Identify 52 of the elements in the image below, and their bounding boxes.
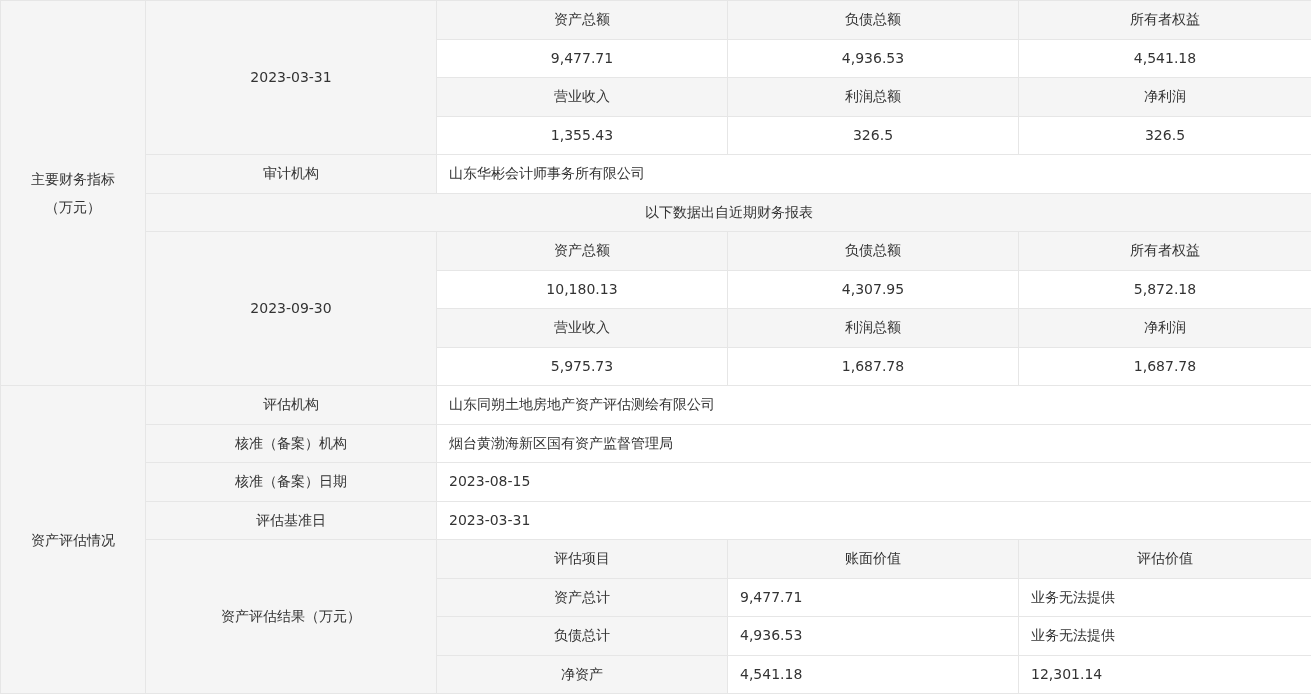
- column-header: 资产总额: [436, 0, 728, 39]
- table-cell: 12,301.14: [1018, 655, 1311, 694]
- column-header: 所有者权益: [1018, 0, 1311, 39]
- field-value: 烟台黄渤海新区国有资产监督管理局: [436, 424, 1311, 463]
- column-header: 所有者权益: [1018, 231, 1311, 270]
- table-cell: 4,936.53: [727, 39, 1019, 78]
- table-cell: 业务无法提供: [1018, 616, 1311, 655]
- table-cell: 326.5: [1018, 116, 1311, 155]
- field-label: 审计机构: [145, 154, 437, 193]
- table-cell: 5,975.73: [436, 347, 728, 386]
- field-value: 山东华彬会计师事务所有限公司: [436, 154, 1311, 193]
- column-header: 利润总额: [727, 308, 1019, 347]
- column-header: 营业收入: [436, 77, 728, 116]
- date-cell: 2023-03-31: [145, 0, 437, 155]
- field-label: 评估机构: [145, 385, 437, 424]
- column-header: 评估项目: [436, 539, 728, 578]
- date-cell: 2023-09-30: [145, 231, 437, 386]
- table-cell: 9,477.71: [436, 39, 728, 78]
- table-cell: 9,477.71: [727, 578, 1019, 617]
- table-cell: 4,936.53: [727, 616, 1019, 655]
- column-header: 负债总额: [727, 0, 1019, 39]
- table-cell: 5,872.18: [1018, 270, 1311, 309]
- table-cell: 1,687.78: [1018, 347, 1311, 386]
- column-header: 账面价值: [727, 539, 1019, 578]
- row-label: 净资产: [436, 655, 728, 694]
- column-header: 利润总额: [727, 77, 1019, 116]
- field-label: 核准（备案）日期: [145, 462, 437, 501]
- table-cell: 4,541.18: [727, 655, 1019, 694]
- column-header: 负债总额: [727, 231, 1019, 270]
- column-header: 营业收入: [436, 308, 728, 347]
- table-cell: 4,307.95: [727, 270, 1019, 309]
- table-cell: 4,541.18: [1018, 39, 1311, 78]
- field-value: 2023-08-15: [436, 462, 1311, 501]
- table-cell: 业务无法提供: [1018, 578, 1311, 617]
- column-header: 评估价值: [1018, 539, 1311, 578]
- table-cell: 10,180.13: [436, 270, 728, 309]
- table-cell: 1,355.43: [436, 116, 728, 155]
- column-header: 净利润: [1018, 77, 1311, 116]
- section-label: 主要财务指标 （万元）: [0, 0, 146, 386]
- field-value: 2023-03-31: [436, 501, 1311, 540]
- field-label: 核准（备案）机构: [145, 424, 437, 463]
- table-cell: 1,687.78: [727, 347, 1019, 386]
- field-value: 山东同朔土地房地产资产评估测绘有限公司: [436, 385, 1311, 424]
- note-text: 以下数据出自近期财务报表: [145, 193, 1311, 232]
- column-header: 净利润: [1018, 308, 1311, 347]
- column-header: 资产总额: [436, 231, 728, 270]
- row-label: 负债总计: [436, 616, 728, 655]
- section-label: 资产评估情况: [0, 385, 146, 694]
- row-label: 资产总计: [436, 578, 728, 617]
- table-cell: 326.5: [727, 116, 1019, 155]
- result-label: 资产评估结果（万元）: [145, 539, 437, 694]
- field-label: 评估基准日: [145, 501, 437, 540]
